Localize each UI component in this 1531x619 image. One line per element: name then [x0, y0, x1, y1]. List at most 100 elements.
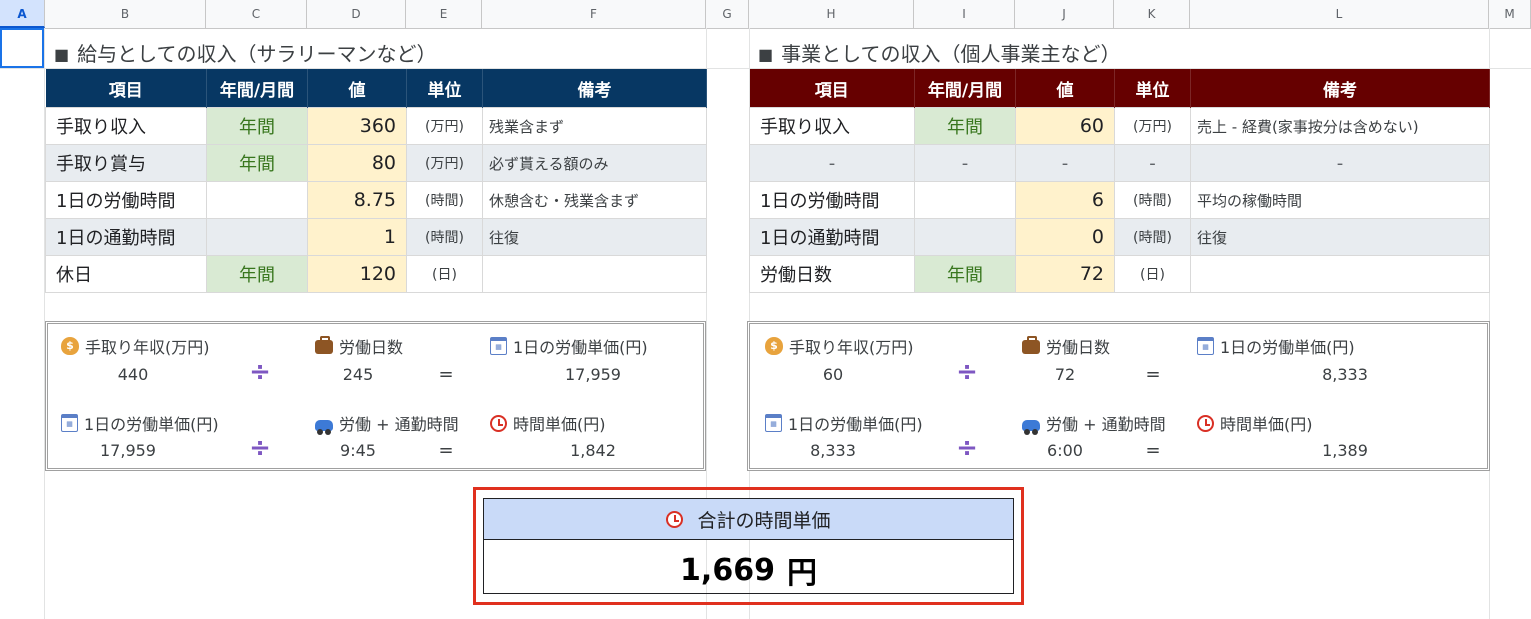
item-cell[interactable]: 手取り収入	[749, 107, 915, 145]
note-cell[interactable]: 平均の稼働時間	[1190, 181, 1490, 219]
period-cell[interactable]	[206, 218, 308, 256]
unit-cell[interactable]: (万円)	[406, 144, 483, 182]
unit-cell[interactable]: (時間)	[1114, 218, 1191, 256]
annual-income-value[interactable]: 60	[778, 365, 888, 384]
column-header-c[interactable]: C	[206, 0, 307, 28]
working-days-value[interactable]: 72	[1010, 365, 1120, 384]
header-note[interactable]: 備考	[482, 69, 707, 108]
daily-rate-value[interactable]: 8,333	[778, 441, 888, 460]
period-cell[interactable]	[914, 181, 1016, 219]
calc-label-text: 労働日数	[1046, 338, 1111, 357]
header-value[interactable]: 値	[1015, 69, 1115, 108]
value-cell[interactable]: 120	[307, 255, 407, 293]
unit-cell[interactable]: (万円)	[406, 107, 483, 145]
calc-label: 時間単価(円)	[1197, 411, 1313, 435]
calc-label: $ 手取り年収(万円)	[61, 334, 210, 358]
note-cell[interactable]: 必ず貰える額のみ	[482, 144, 707, 182]
note-cell[interactable]	[1190, 255, 1490, 293]
column-header-d[interactable]: D	[307, 0, 406, 28]
daily-rate-value[interactable]: 17,959	[73, 441, 183, 460]
header-period[interactable]: 年間/月間	[206, 69, 308, 108]
item-cell[interactable]: 手取り賞与	[45, 144, 207, 182]
item-cell[interactable]: 1日の通勤時間	[749, 218, 915, 256]
column-header-e[interactable]: E	[406, 0, 482, 28]
calc-label: ▦ 1日の労働単価(円)	[765, 411, 923, 435]
work-commute-hours-value[interactable]: 6:00	[1010, 441, 1120, 460]
column-header-k[interactable]: K	[1114, 0, 1190, 28]
note-cell[interactable]: 休憩含む・残業含まず	[482, 181, 707, 219]
column-header-l[interactable]: L	[1190, 0, 1489, 28]
unit-cell[interactable]: -	[1114, 144, 1191, 182]
daily-rate-value[interactable]: 17,959	[528, 365, 658, 384]
column-header-g[interactable]: G	[706, 0, 749, 28]
column-header-b[interactable]: B	[45, 0, 206, 28]
business-calculation-box: $ 手取り年収(万円) 労働日数 ▦ 1日の労働単価(円) 60 ÷ 72 = 8,…	[747, 321, 1490, 471]
total-value-cell[interactable]: 1,669 円	[484, 540, 1013, 600]
annual-income-value[interactable]: 440	[78, 365, 188, 384]
header-value[interactable]: 値	[307, 69, 407, 108]
note-cell[interactable]: 往復	[482, 218, 707, 256]
note-cell[interactable]: 売上 - 経費(家事按分は含めない)	[1190, 107, 1490, 145]
unit-cell[interactable]: (万円)	[1114, 107, 1191, 145]
header-item[interactable]: 項目	[45, 69, 207, 108]
period-cell[interactable]	[914, 218, 1016, 256]
column-header-m[interactable]: M	[1489, 0, 1531, 28]
calc-label-text: 労働 + 通勤時間	[339, 415, 459, 434]
calc-label-text: 1日の労働単価(円)	[1220, 338, 1355, 357]
daily-rate-value[interactable]: 8,333	[1270, 365, 1420, 384]
note-cell[interactable]: 往復	[1190, 218, 1490, 256]
working-days-value[interactable]: 245	[303, 365, 413, 384]
unit-cell[interactable]: (時間)	[1114, 181, 1191, 219]
value-cell[interactable]: 60	[1015, 107, 1115, 145]
period-cell[interactable]: 年間	[206, 107, 308, 145]
value-cell[interactable]: 360	[307, 107, 407, 145]
column-header-i[interactable]: I	[914, 0, 1015, 28]
unit-cell[interactable]: (日)	[1114, 255, 1191, 293]
value-cell[interactable]: 8.75	[307, 181, 407, 219]
header-unit[interactable]: 単位	[406, 69, 483, 108]
period-cell[interactable]: 年間	[914, 255, 1016, 293]
period-cell[interactable]	[206, 181, 308, 219]
header-unit[interactable]: 単位	[1114, 69, 1191, 108]
square-bullet-icon: ■	[54, 45, 70, 64]
period-cell[interactable]: 年間	[206, 144, 308, 182]
table-row: 1日の労働時間 8.75 (時間) 休憩含む・残業含まず	[45, 181, 707, 219]
period-cell[interactable]: -	[914, 144, 1016, 182]
selected-cell-a1[interactable]	[0, 28, 44, 68]
note-cell[interactable]: -	[1190, 144, 1490, 182]
note-cell[interactable]	[482, 255, 707, 293]
table-row: 手取り賞与 年間 80 (万円) 必ず貰える額のみ	[45, 144, 707, 182]
item-cell[interactable]: 労働日数	[749, 255, 915, 293]
calc-label-text: 手取り年収(万円)	[85, 338, 210, 357]
work-commute-hours-value[interactable]: 9:45	[303, 441, 413, 460]
item-cell[interactable]: 手取り収入	[45, 107, 207, 145]
period-cell[interactable]: 年間	[914, 107, 1016, 145]
unit-cell[interactable]: (日)	[406, 255, 483, 293]
item-cell[interactable]: 1日の労働時間	[749, 181, 915, 219]
value-cell[interactable]: 0	[1015, 218, 1115, 256]
unit-cell[interactable]: (時間)	[406, 218, 483, 256]
item-cell[interactable]: 1日の通勤時間	[45, 218, 207, 256]
unit-cell[interactable]: (時間)	[406, 181, 483, 219]
header-note[interactable]: 備考	[1190, 69, 1490, 108]
period-cell[interactable]: 年間	[206, 255, 308, 293]
value-cell[interactable]: 80	[307, 144, 407, 182]
header-period[interactable]: 年間/月間	[914, 69, 1016, 108]
note-cell[interactable]: 残業含まず	[482, 107, 707, 145]
value-cell[interactable]: 72	[1015, 255, 1115, 293]
header-item[interactable]: 項目	[749, 69, 915, 108]
column-header-h[interactable]: H	[749, 0, 914, 28]
item-cell[interactable]: 1日の労働時間	[45, 181, 207, 219]
business-income-table: 項目 年間/月間 値 単位 備考 手取り収入 年間 60 (万円) 売上 - 経…	[749, 69, 1490, 293]
value-cell[interactable]: 6	[1015, 181, 1115, 219]
hourly-rate-value[interactable]: 1,842	[528, 441, 658, 460]
column-header-j[interactable]: J	[1015, 0, 1114, 28]
calc-label: 労働 + 通勤時間	[315, 411, 459, 435]
value-cell[interactable]: -	[1015, 144, 1115, 182]
column-header-f[interactable]: F	[482, 0, 706, 28]
hourly-rate-value[interactable]: 1,389	[1270, 441, 1420, 460]
item-cell[interactable]: 休日	[45, 255, 207, 293]
column-header-a[interactable]: A	[0, 0, 45, 28]
value-cell[interactable]: 1	[307, 218, 407, 256]
item-cell[interactable]: -	[749, 144, 915, 182]
